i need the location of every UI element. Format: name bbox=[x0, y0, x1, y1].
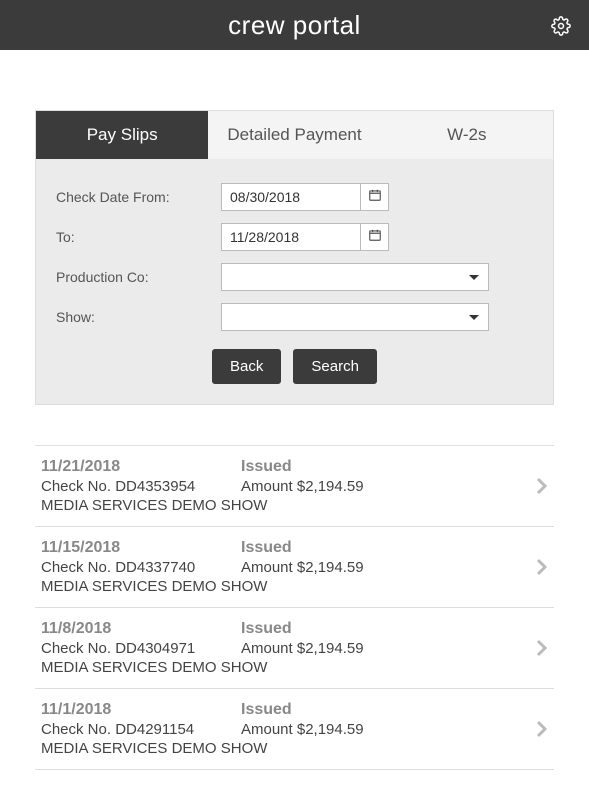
slip-status: Issued bbox=[241, 539, 292, 557]
button-row: Back Search bbox=[56, 349, 533, 384]
slip-date: 11/8/2018 bbox=[41, 620, 241, 638]
slip-show: MEDIA SERVICES DEMO SHOW bbox=[41, 740, 548, 757]
check-date-from-picker[interactable] bbox=[361, 183, 389, 211]
slip-date: 11/21/2018 bbox=[41, 458, 241, 476]
filter-row-to: To: bbox=[56, 223, 533, 251]
gear-icon[interactable] bbox=[551, 16, 571, 41]
tabs: Pay Slips Detailed Payment W-2s bbox=[35, 110, 554, 159]
filter-row-check-date-from: Check Date From: bbox=[56, 183, 533, 211]
slip-amount: Amount $2,194.59 bbox=[241, 721, 364, 738]
slip-status: Issued bbox=[241, 458, 292, 476]
chevron-right-icon[interactable] bbox=[536, 477, 548, 495]
slip-check-no: Check No. DD4353954 bbox=[41, 478, 241, 495]
app-title: crew portal bbox=[228, 10, 361, 41]
tab-detailed-payment[interactable]: Detailed Payment bbox=[208, 111, 380, 159]
results-list: 11/21/2018IssuedCheck No. DD4353954Amoun… bbox=[35, 445, 554, 770]
label-to: To: bbox=[56, 229, 221, 245]
main-container: Pay Slips Detailed Payment W-2s Check Da… bbox=[0, 50, 589, 790]
slip-check-no: Check No. DD4304971 bbox=[41, 640, 241, 657]
check-date-from-input[interactable] bbox=[221, 183, 361, 211]
slip-amount: Amount $2,194.59 bbox=[241, 559, 364, 576]
pay-slip-row[interactable]: 11/21/2018IssuedCheck No. DD4353954Amoun… bbox=[35, 445, 554, 526]
filter-panel: Check Date From: To: bbox=[35, 159, 554, 405]
show-select[interactable] bbox=[221, 303, 489, 331]
chevron-right-icon[interactable] bbox=[536, 558, 548, 576]
tab-w2s[interactable]: W-2s bbox=[381, 111, 553, 159]
back-button[interactable]: Back bbox=[212, 349, 281, 384]
slip-date: 11/15/2018 bbox=[41, 539, 241, 557]
chevron-right-icon[interactable] bbox=[536, 639, 548, 657]
label-check-date-from: Check Date From: bbox=[56, 189, 221, 205]
to-date-picker[interactable] bbox=[361, 223, 389, 251]
chevron-right-icon[interactable] bbox=[536, 720, 548, 738]
calendar-icon bbox=[368, 228, 382, 247]
app-header: crew portal bbox=[0, 0, 589, 50]
slip-check-no: Check No. DD4337740 bbox=[41, 559, 241, 576]
pay-slip-row[interactable]: 11/15/2018IssuedCheck No. DD4337740Amoun… bbox=[35, 526, 554, 607]
search-button[interactable]: Search bbox=[293, 349, 377, 384]
calendar-icon bbox=[368, 188, 382, 207]
slip-check-no: Check No. DD4291154 bbox=[41, 721, 241, 738]
slip-status: Issued bbox=[241, 701, 292, 719]
label-production-co: Production Co: bbox=[56, 269, 221, 285]
label-show: Show: bbox=[56, 309, 221, 325]
production-co-select[interactable] bbox=[221, 263, 489, 291]
slip-show: MEDIA SERVICES DEMO SHOW bbox=[41, 659, 548, 676]
slip-amount: Amount $2,194.59 bbox=[241, 640, 364, 657]
slip-show: MEDIA SERVICES DEMO SHOW bbox=[41, 578, 548, 595]
slip-amount: Amount $2,194.59 bbox=[241, 478, 364, 495]
slip-show: MEDIA SERVICES DEMO SHOW bbox=[41, 497, 548, 514]
filter-row-production-co: Production Co: bbox=[56, 263, 533, 291]
pay-slip-row[interactable]: 11/8/2018IssuedCheck No. DD4304971Amount… bbox=[35, 607, 554, 688]
slip-date: 11/1/2018 bbox=[41, 701, 241, 719]
slip-status: Issued bbox=[241, 620, 292, 638]
to-date-input[interactable] bbox=[221, 223, 361, 251]
tab-pay-slips[interactable]: Pay Slips bbox=[36, 111, 208, 159]
filter-row-show: Show: bbox=[56, 303, 533, 331]
